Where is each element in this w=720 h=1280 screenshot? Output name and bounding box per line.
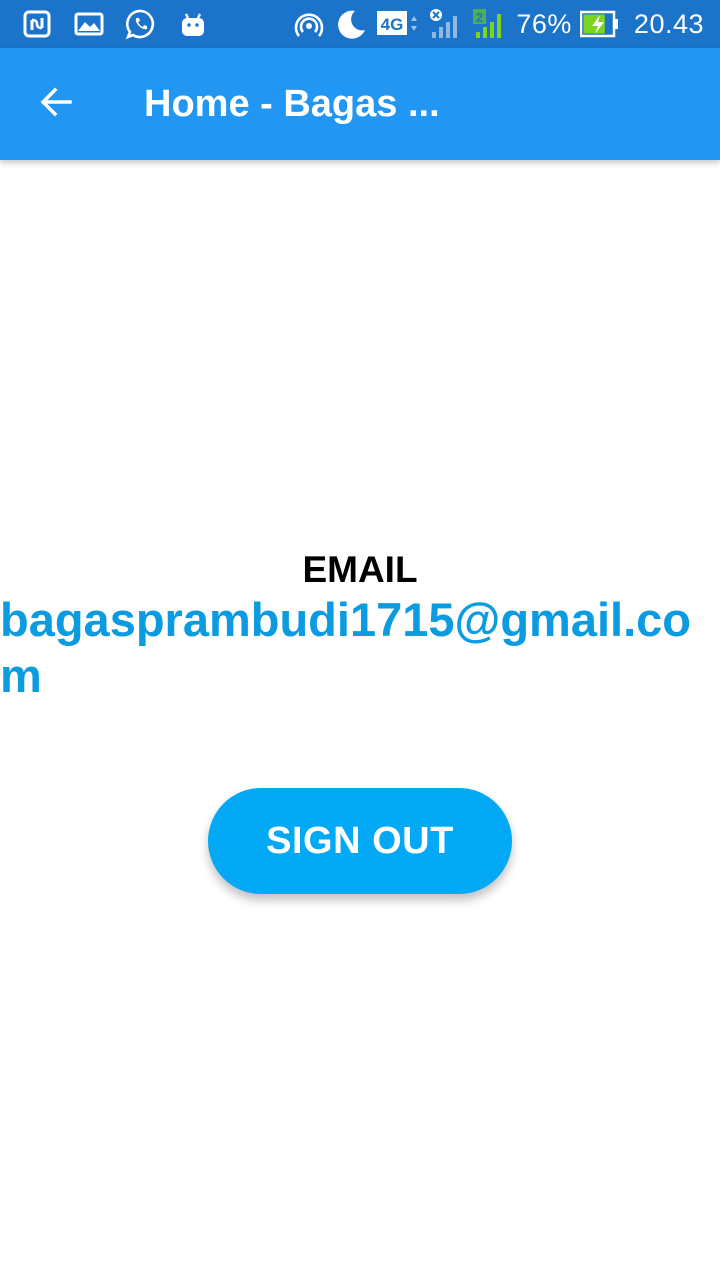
battery-percent: 76%: [516, 8, 572, 39]
nfc-icon: [20, 7, 54, 41]
whatsapp-icon: [124, 7, 158, 41]
email-label: EMAIL: [302, 549, 418, 590]
battery-charging-icon: [579, 7, 620, 41]
back-button[interactable]: [28, 76, 84, 132]
hotspot-icon: [292, 7, 326, 41]
arrow-back-icon: [38, 84, 74, 125]
signal-sim1-icon: [428, 7, 464, 41]
page-title: Home - Bagas ...: [144, 83, 440, 125]
status-bar: 4G 2 76% 20.43: [0, 0, 720, 48]
moon-icon: [334, 7, 368, 41]
android-icon: [176, 7, 210, 41]
signal-sim2-icon: 2: [472, 7, 508, 41]
network-4g-icon: 4G: [376, 7, 420, 41]
gallery-icon: [72, 7, 106, 41]
main-content: EMAIL bagasprambudi1715@gmail.com SIGN O…: [0, 160, 720, 1280]
status-bar-notifications: [20, 0, 210, 48]
app-bar: Home - Bagas ...: [0, 48, 720, 160]
svg-text:2: 2: [476, 10, 483, 25]
status-bar-system: 4G 2 76% 20.43: [292, 0, 704, 48]
status-time: 20.43: [633, 8, 704, 39]
email-value: bagasprambudi1715@gmail.com: [0, 593, 692, 702]
sign-out-button[interactable]: SIGN OUT: [208, 788, 512, 894]
svg-text:4G: 4G: [381, 15, 404, 34]
